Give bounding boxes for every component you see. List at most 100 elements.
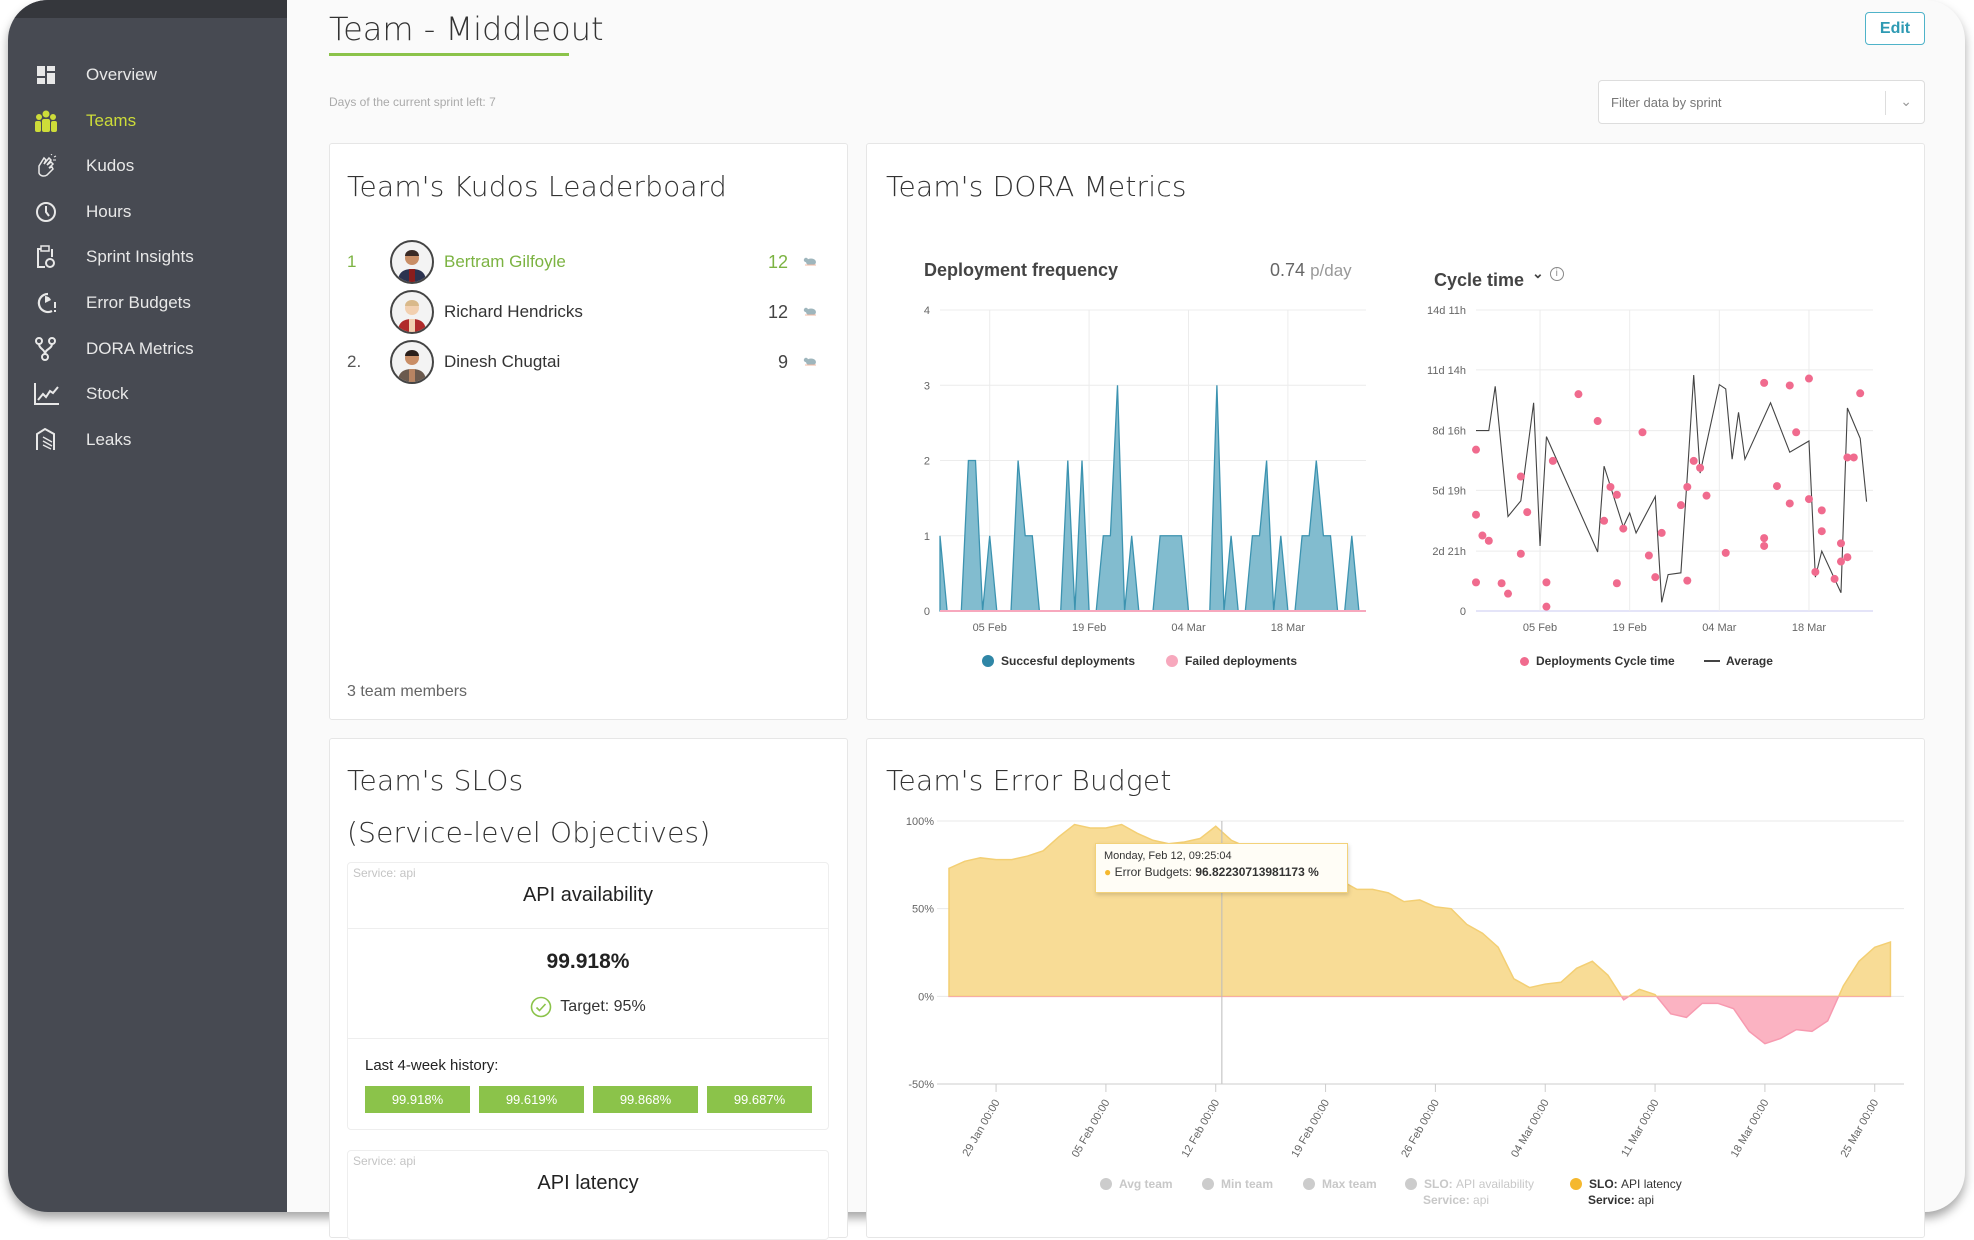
mouse-icon — [802, 302, 818, 322]
cycle-time-point — [1760, 541, 1769, 550]
deployment-frequency-chart: 0 1 2 3 4 05 Feb 19 Feb 04 Mar 18 Mar — [924, 305, 1366, 634]
sidebar-item-hours[interactable]: Hours — [32, 194, 131, 230]
gauge-alert-icon — [32, 289, 60, 317]
clipboard-icon — [32, 243, 60, 271]
cycle-time-selector[interactable]: Cycle time ⌄ i — [1434, 265, 1564, 291]
cycle-time-point — [1472, 578, 1480, 587]
legend-cycle-time[interactable]: Deployments Cycle time — [1520, 654, 1675, 668]
cycle-time-point — [1651, 573, 1660, 582]
y-tick-label: 3 — [924, 380, 930, 392]
x-tick-label: 19 Feb 00:00 — [1289, 1098, 1332, 1160]
sidebar-item-label: Hours — [86, 201, 132, 221]
legend-failed[interactable]: Failed deployments — [1166, 654, 1297, 668]
slo-item-api-latency[interactable] — [347, 1150, 829, 1240]
info-icon[interactable]: i — [1549, 266, 1564, 281]
cycle-time-title: Cycle time — [1434, 270, 1525, 290]
cycle-time-point — [1516, 472, 1525, 481]
deploy-unit: p/day — [1310, 261, 1352, 280]
x-tick-label: 05 Feb — [973, 622, 1007, 634]
cycle-time-point — [1683, 482, 1692, 491]
sidebar-item-error-budgets[interactable]: Error Budgets — [32, 285, 191, 321]
history-week-2: 99.619% — [479, 1086, 584, 1113]
sidebar-item-teams[interactable]: Teams — [32, 103, 136, 139]
cycle-time-point — [1696, 463, 1705, 472]
sprint-filter-select[interactable]: Filter data by sprint ⌄ — [1598, 80, 1925, 124]
legend-dot — [1166, 655, 1178, 667]
y-tick-label: 5d 19h — [1432, 485, 1466, 497]
legend-average[interactable]: Average — [1704, 654, 1773, 668]
branch-icon — [32, 335, 60, 363]
slo-target: Target: 95% — [347, 996, 829, 1018]
sidebar-item-label: Overview — [86, 65, 157, 84]
cycle-time-point — [1817, 527, 1826, 536]
cycle-time-point — [1792, 428, 1801, 437]
legend-label: Failed deployments — [1185, 654, 1298, 668]
x-tick-label: 18 Mar — [1271, 622, 1306, 634]
cycle-time-point — [1657, 528, 1666, 537]
cycle-time-point — [1644, 551, 1653, 560]
kudos-count: 9 — [777, 351, 788, 372]
y-tick-label: 14d 11h — [1427, 305, 1466, 317]
deploy-frequency-title: Deployment frequency — [924, 260, 1119, 280]
cycle-time-point — [1574, 390, 1583, 399]
filter-placeholder: Filter data by sprint — [1611, 94, 1722, 110]
sidebar-item-label: Kudos — [86, 156, 135, 176]
dashboard-icon — [32, 61, 60, 89]
clapping-hands-icon — [32, 152, 60, 180]
x-tick-label: 26 Feb 00:00 — [1399, 1098, 1442, 1160]
slo-subtitle: (Service-level Objectives) — [347, 816, 711, 849]
history-week-1: 99.918% — [365, 1086, 470, 1113]
legend-item[interactable]: SLO: API latency Service: api — [1570, 1177, 1682, 1207]
mouse-icon — [802, 352, 818, 372]
successful-deployments-area — [939, 385, 1360, 612]
cycle-time-point — [1516, 549, 1525, 558]
y-tick-label: 0% — [918, 991, 934, 1003]
x-tick-label: 18 Mar 00:00 — [1729, 1098, 1772, 1160]
y-tick-label: -50% — [908, 1079, 934, 1091]
sidebar-item-stock[interactable]: Stock — [32, 376, 129, 412]
legend-line — [1704, 660, 1720, 662]
rank: 1 — [347, 252, 357, 271]
sidebar-item-dora-metrics[interactable]: DORA Metrics — [32, 331, 194, 367]
legend-service: Service: — [1588, 1193, 1635, 1207]
sidebar-item-sprint-insights[interactable]: Sprint Insights — [32, 239, 194, 275]
kudos-title: Team's Kudos Leaderboard — [347, 170, 727, 203]
cycle-time-point — [1638, 428, 1647, 437]
legend-item[interactable]: Min team — [1202, 1177, 1273, 1191]
member-name[interactable]: Bertram Gilfoyle — [444, 252, 762, 272]
sidebar-item-leaks[interactable]: Leaks — [32, 422, 131, 458]
chart-tooltip: Monday, Feb 12, 09:25:04 ● Error Budgets… — [1095, 843, 1348, 893]
legend-item[interactable]: Max team — [1303, 1177, 1377, 1191]
x-tick-label: 05 Feb — [1523, 622, 1557, 634]
cycle-time-point — [1497, 579, 1506, 588]
divider — [348, 1038, 828, 1039]
team-icon — [32, 107, 60, 135]
cycle-time-point — [1836, 539, 1845, 548]
history-week-4: 99.687% — [707, 1086, 812, 1113]
x-tick-label: 19 Feb — [1072, 622, 1106, 634]
cycle-time-point — [1523, 508, 1532, 517]
legend-dot — [1570, 1178, 1582, 1190]
avatar — [390, 290, 434, 334]
legend-item[interactable]: Avg team — [1100, 1177, 1173, 1191]
cycle-time-point — [1542, 578, 1551, 587]
rank: 2. — [347, 352, 362, 371]
title-underline — [329, 53, 569, 56]
clock-icon — [32, 198, 60, 226]
error-budget-title: Team's Error Budget — [886, 764, 1172, 797]
edit-button[interactable]: Edit — [1865, 12, 1925, 45]
x-tick-label: 18 Mar — [1792, 622, 1827, 634]
check-circle-icon — [530, 996, 552, 1018]
legend-successful[interactable]: Succesful deployments — [982, 654, 1135, 668]
cycle-time-point — [1600, 516, 1609, 525]
legend-service-name: api — [1638, 1193, 1655, 1207]
sidebar-item-label: Teams — [86, 110, 137, 130]
sidebar-item-overview[interactable]: Overview — [32, 57, 157, 93]
member-name[interactable]: Dinesh Chugtai — [444, 352, 762, 372]
member-name[interactable]: Richard Hendricks — [444, 302, 762, 322]
cycle-time-point — [1683, 576, 1692, 585]
legend-item[interactable]: SLO: API availability Service: api — [1405, 1177, 1534, 1207]
sidebar-item-kudos[interactable]: Kudos — [32, 148, 134, 184]
tooltip-value: 96.82230713981173 % — [1195, 865, 1319, 879]
legend-dot — [982, 655, 994, 667]
